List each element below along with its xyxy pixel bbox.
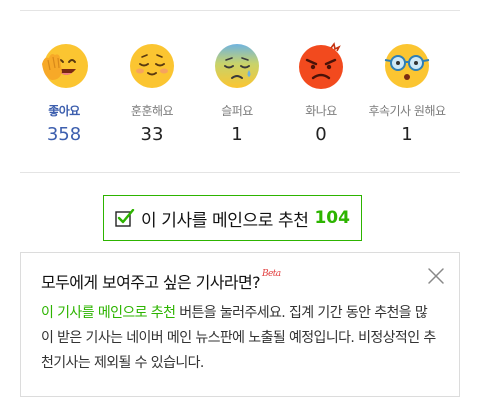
recommend-label: 이 기사를 메인으로 추천 [141, 210, 309, 231]
reaction-bar: 좋아요 358 훈훈해요 33 슬퍼요 1 화나요 0 후속기사 원해요 1 [20, 40, 460, 152]
checkbox-icon [115, 209, 135, 227]
close-icon[interactable] [427, 267, 445, 285]
reaction-warm-label: 훈훈해요 [130, 104, 174, 118]
recommend-main-button[interactable]: 이 기사를 메인으로 추천 104 [103, 195, 362, 241]
info-highlight-link: 이 기사를 메인으로 추천 [41, 305, 176, 321]
top-divider [20, 10, 460, 11]
reaction-like-count: 358 [46, 124, 82, 145]
glasses-face-icon [384, 44, 430, 88]
recommend-info-box: 모두에게 보여주고 싶은 기사라면? Beta 이 기사를 메인으로 추천 버튼을… [20, 252, 460, 397]
reaction-like-label: 좋아요 [48, 104, 80, 118]
info-title-row: 모두에게 보여주고 싶은 기사라면? Beta [41, 269, 439, 293]
reaction-angry[interactable]: 화나요 0 [275, 40, 367, 145]
angry-face-icon [299, 42, 343, 89]
reaction-sad-label: 슬퍼요 [221, 104, 253, 118]
middle-divider [20, 172, 460, 173]
beta-badge: Beta [262, 269, 281, 279]
recommend-count: 104 [314, 208, 350, 228]
reaction-followup-label: 후속기사 원해요 [368, 104, 446, 118]
reaction-warm[interactable]: 훈훈해요 33 [106, 40, 198, 145]
smiling-face-waving-icon [42, 44, 88, 88]
info-body: 이 기사를 메인으로 추천 버튼을 눌러주세요. 집계 기간 동안 추천을 많이… [41, 301, 439, 376]
reaction-angry-count: 0 [315, 124, 327, 145]
crying-face-icon [215, 44, 259, 88]
reaction-followup[interactable]: 후속기사 원해요 1 [361, 40, 453, 145]
reaction-sad[interactable]: 슬퍼요 1 [191, 40, 283, 145]
reaction-like[interactable]: 좋아요 358 [18, 40, 110, 145]
content-smiling-face-icon [130, 44, 174, 88]
reaction-sad-count: 1 [231, 124, 243, 145]
reaction-followup-count: 1 [401, 124, 413, 145]
info-title: 모두에게 보여주고 싶은 기사라면? [41, 273, 261, 292]
reaction-warm-count: 33 [140, 124, 164, 145]
reaction-angry-label: 화나요 [305, 104, 337, 118]
